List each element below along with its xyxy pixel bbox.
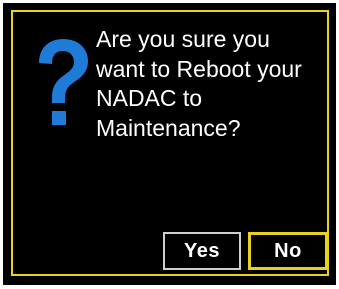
confirm-dialog: Are you sure you want to Reboot your NAD… xyxy=(3,3,336,285)
question-mark-icon xyxy=(39,39,88,125)
no-button-label: No xyxy=(274,239,302,262)
no-button[interactable]: No xyxy=(248,232,328,270)
dialog-message: Are you sure you want to Reboot your NAD… xyxy=(96,26,302,141)
yes-button[interactable]: Yes xyxy=(163,232,241,270)
yes-button-label: Yes xyxy=(184,239,220,262)
